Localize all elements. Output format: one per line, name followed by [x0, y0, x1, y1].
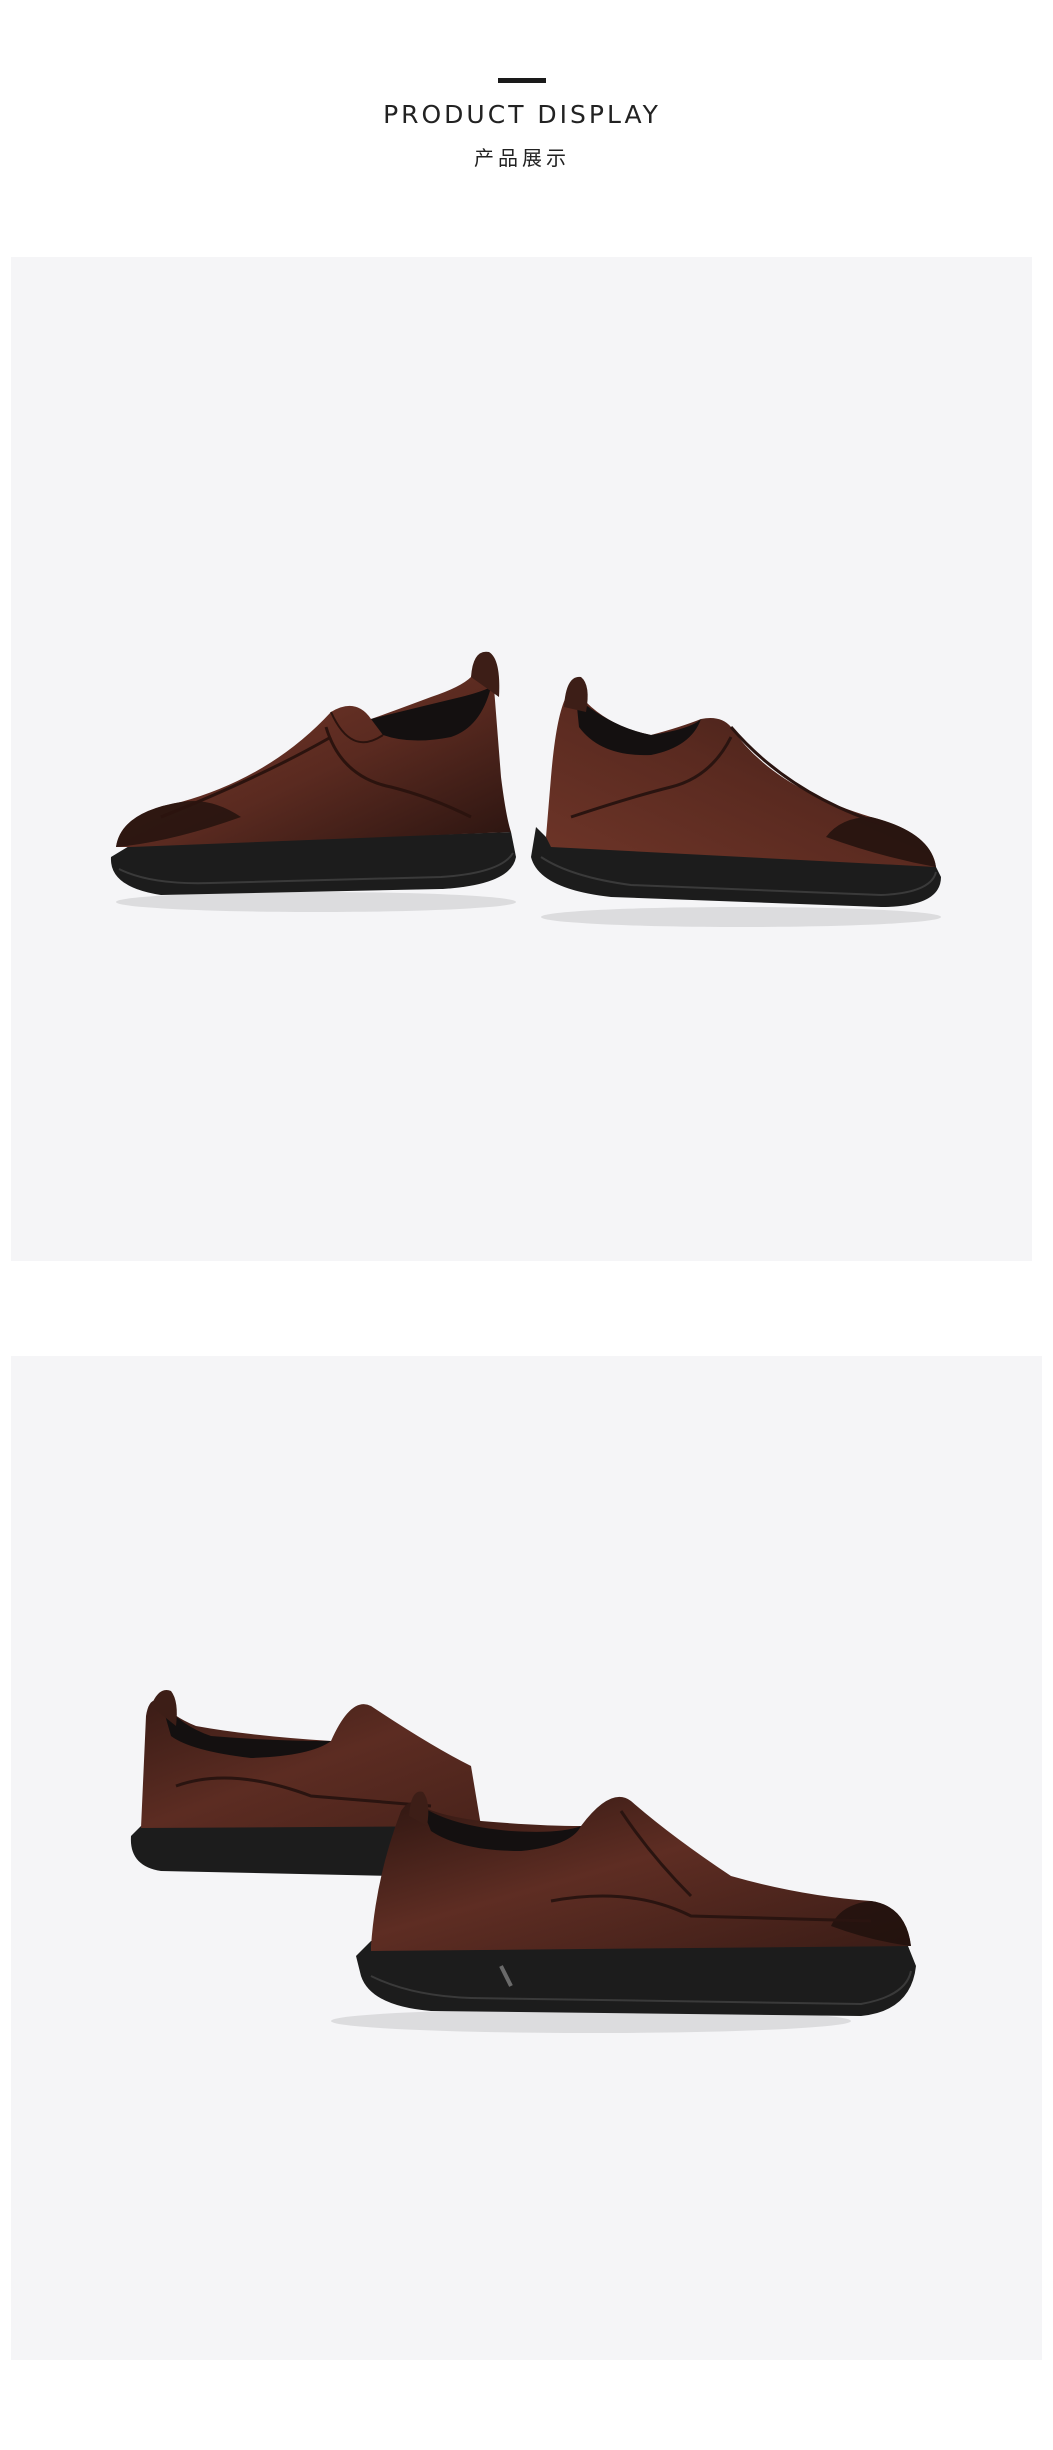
product-image-pair-angle	[11, 1356, 1042, 2360]
product-image-pair-side	[11, 257, 1032, 1261]
title-accent-bar	[498, 78, 546, 83]
shoe-pair-illustration	[110, 651, 941, 927]
section-subtitle: 产品展示	[474, 146, 570, 170]
right-shoe	[531, 676, 941, 927]
section-title: PRODUCT DISPLAY	[383, 100, 661, 129]
left-shoe	[110, 651, 516, 912]
section-header: PRODUCT DISPLAY 产品展示	[0, 0, 1053, 240]
front-shoe	[331, 1791, 916, 2033]
shoe-pair-angle-illustration	[130, 1690, 916, 2033]
